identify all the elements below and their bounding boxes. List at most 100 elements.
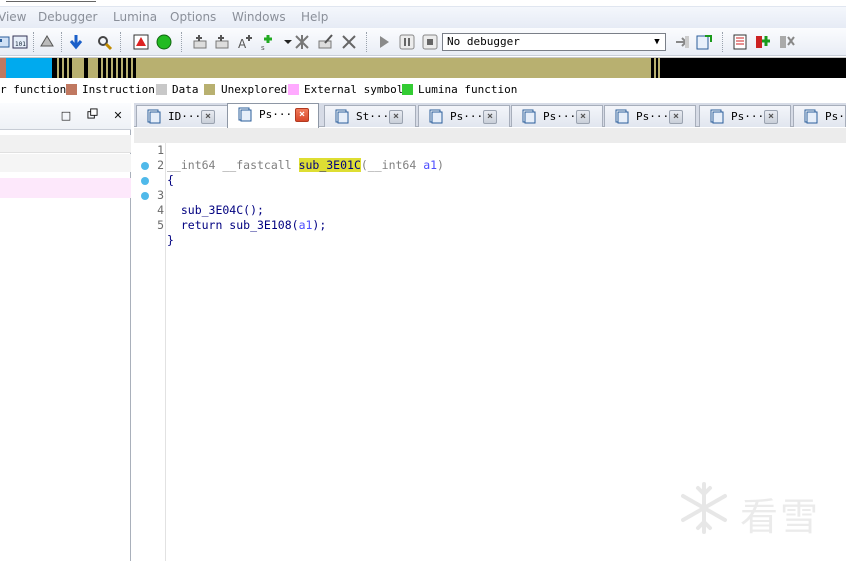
document-icon: [710, 109, 724, 124]
tab-label: ID···: [168, 110, 202, 123]
code-line[interactable]: 2 {: [134, 143, 846, 187]
chevron-down-icon: ▼: [654, 37, 660, 47]
close-tab-button[interactable]: ×: [669, 110, 683, 124]
list-item[interactable]: [0, 154, 131, 172]
debugger-select-value: No debugger: [447, 35, 520, 48]
pause-icon[interactable]: [397, 32, 417, 52]
nav-segment: [6, 57, 52, 78]
tab-ida-view[interactable]: ID··· ×: [136, 105, 228, 127]
list-item-selected[interactable]: [0, 178, 131, 198]
list-header[interactable]: [0, 135, 131, 153]
close-tab-button[interactable]: ×: [295, 108, 309, 122]
tab-label: Ps···: [543, 110, 577, 123]
document-icon: [429, 109, 443, 124]
search-icon[interactable]: [95, 32, 115, 52]
nav-segment: [116, 57, 118, 78]
add-struct-icon[interactable]: s: [258, 32, 278, 52]
navigation-band[interactable]: [0, 57, 846, 78]
watermark-text: 看雪: [740, 495, 821, 539]
breakpoint-dot-icon[interactable]: [141, 162, 149, 170]
run-green-icon[interactable]: [154, 32, 174, 52]
legend-label-lumina-function: Lumina function: [418, 83, 518, 96]
document-icon: [804, 109, 818, 124]
code-line[interactable]: 5 }: [134, 188, 846, 247]
code-line[interactable]: 3 sub_3E04C();: [134, 158, 846, 217]
close-tab-button[interactable]: ×: [764, 110, 778, 124]
add-breakpoint-icon[interactable]: [753, 32, 773, 52]
hex-view-icon[interactable]: 101: [10, 32, 30, 52]
close-tab-button[interactable]: ×: [201, 110, 215, 124]
close-tab-button[interactable]: ×: [389, 110, 403, 124]
menu-bar: View Debugger Lumina Options Windows Hel…: [0, 7, 846, 28]
nav-segment: [67, 57, 69, 78]
nav-segment: [106, 57, 108, 78]
menu-help[interactable]: Help: [301, 10, 328, 24]
breakpoint-dot-icon[interactable]: [141, 177, 149, 185]
nav-segment: [62, 57, 64, 78]
xref-icon[interactable]: [292, 32, 312, 52]
toolbar-separator: [61, 32, 62, 52]
delete-breakpoint-icon[interactable]: [777, 32, 797, 52]
play-icon[interactable]: [374, 32, 394, 52]
close-tab-button[interactable]: ×: [483, 110, 497, 124]
nav-segment: [52, 57, 54, 78]
svg-text:A: A: [238, 37, 247, 51]
panel-header: □ ✕: [0, 103, 131, 130]
tab-pseudocode[interactable]: Ps··· ×: [699, 105, 791, 127]
menu-windows[interactable]: Windows: [232, 10, 286, 24]
toolbar-separator: [181, 32, 182, 52]
restore-button[interactable]: [84, 108, 100, 124]
tab-bar: ID··· × Ps··· × St··· × Ps··· × Ps··· × …: [134, 103, 846, 128]
patch-icon[interactable]: [37, 32, 57, 52]
svg-text:s: s: [261, 44, 265, 51]
argument[interactable]: a1: [299, 218, 313, 232]
tab-pseudocode[interactable]: Ps··· ×: [418, 105, 510, 127]
tab-strings[interactable]: St··· ×: [324, 105, 416, 127]
legend-label-instruction: Instruction: [82, 83, 155, 96]
legend-label-regular-function: r function: [0, 83, 67, 96]
code-segment: );: [312, 218, 327, 232]
snowflake-icon: [681, 482, 727, 534]
menu-lumina[interactable]: Lumina: [113, 10, 157, 24]
document-icon: [147, 109, 161, 124]
menu-options[interactable]: Options: [170, 10, 216, 24]
nav-segment: [126, 57, 128, 78]
legend-swatch-data: [156, 84, 167, 95]
document-icon: [522, 109, 536, 124]
legend-label-data: Data: [172, 83, 199, 96]
debugger-select[interactable]: No debugger ▼: [442, 33, 666, 51]
code-line[interactable]: 4 return sub_3E108(a1);: [134, 173, 846, 232]
tab-label: St···: [356, 110, 390, 123]
tab-label: Ps···: [825, 110, 846, 123]
refresh-icon[interactable]: [694, 32, 714, 52]
code-line[interactable]: 1 __int64 __fastcall sub_3E01C(__int64 a…: [134, 128, 846, 172]
tab-pseudocode[interactable]: Ps···: [793, 105, 846, 127]
close-panel-button[interactable]: ✕: [110, 108, 126, 124]
breakpoint-dot-icon[interactable]: [141, 192, 149, 200]
minimize-button[interactable]: □: [58, 108, 74, 124]
legend-label-unexplored: Unexplored: [221, 83, 288, 96]
tab-pseudocode[interactable]: Ps··· ×: [604, 105, 696, 127]
toolbar-separator: [366, 32, 367, 52]
stop-icon[interactable]: [420, 32, 440, 52]
legend-bar: r function Instruction Data Unexplored E…: [0, 80, 846, 100]
code-text: }: [167, 233, 174, 247]
add-code-icon[interactable]: [190, 32, 210, 52]
tab-pseudocode-active[interactable]: Ps··· ×: [227, 103, 319, 128]
add-data-icon[interactable]: [212, 32, 232, 52]
tab-pseudocode[interactable]: Ps··· ×: [511, 105, 603, 127]
add-string-icon[interactable]: A: [235, 32, 255, 52]
menu-view[interactable]: View: [0, 10, 26, 24]
tab-label: Ps···: [636, 110, 670, 123]
color-flag-icon[interactable]: [131, 32, 151, 52]
edit-icon[interactable]: [316, 32, 336, 52]
nav-segment: [654, 57, 656, 78]
close-tab-button[interactable]: ×: [576, 110, 590, 124]
jump-down-icon[interactable]: [66, 32, 86, 52]
list-icon[interactable]: [730, 32, 750, 52]
code-text: return sub_3E108(a1);: [167, 218, 326, 233]
legend-swatch-lumina-function: [402, 84, 413, 95]
menu-debugger[interactable]: Debugger: [38, 10, 97, 24]
close-icon[interactable]: [339, 32, 359, 52]
attach-icon[interactable]: [672, 32, 692, 52]
